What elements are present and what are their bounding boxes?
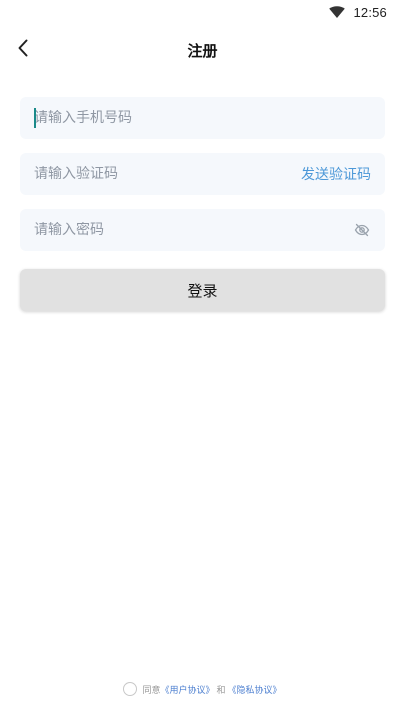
agree-checkbox[interactable] — [123, 682, 138, 696]
password-input[interactable] — [34, 222, 353, 238]
privacy-agreement-link[interactable]: 《隐私协议》 — [228, 683, 282, 696]
back-button[interactable] — [10, 36, 36, 64]
agreement-prefix: 同意 — [142, 685, 161, 696]
page-title: 注册 — [187, 41, 218, 60]
wifi-icon — [329, 6, 346, 18]
status-time: 12:56 — [353, 4, 387, 20]
verification-code-input[interactable] — [34, 166, 301, 182]
nav-bar: 注册 — [0, 28, 405, 72]
login-button[interactable]: 登录 — [20, 269, 385, 311]
eye-off-icon[interactable] — [353, 221, 371, 239]
status-bar: 12:56 — [0, 0, 405, 24]
agreement-row: 同意 《用户协议》 和 《隐私协议》 — [0, 682, 405, 696]
phone-field[interactable] — [20, 97, 385, 139]
text-cursor — [34, 108, 36, 128]
verification-code-field[interactable]: 发送验证码 — [20, 153, 385, 195]
phone-input[interactable] — [34, 110, 371, 126]
password-field[interactable] — [20, 209, 385, 251]
agreement-conjunction: 和 — [216, 685, 226, 696]
send-code-button[interactable]: 发送验证码 — [301, 164, 371, 184]
user-agreement-link[interactable]: 《用户协议》 — [160, 683, 214, 696]
chevron-left-icon — [17, 39, 29, 61]
